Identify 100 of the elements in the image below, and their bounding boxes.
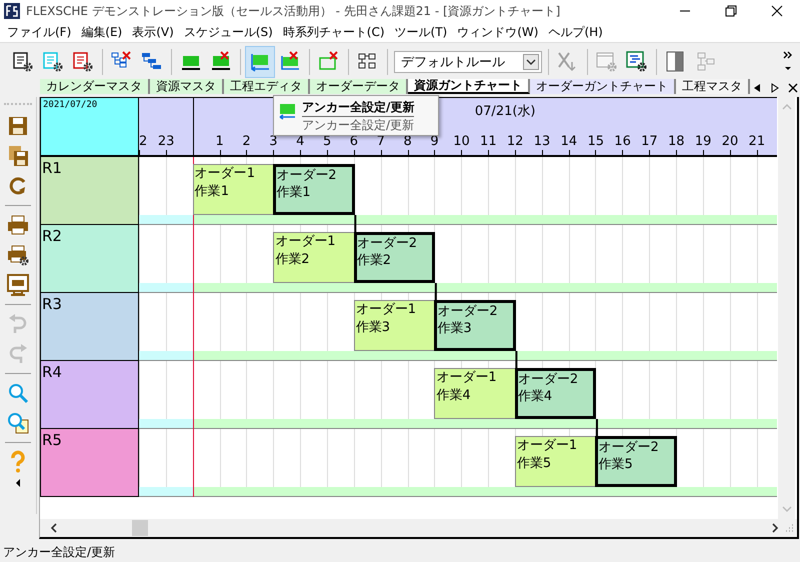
hour-label: 15 — [587, 134, 604, 149]
hour-label: 16 — [614, 134, 631, 149]
hour-label: 17 — [641, 134, 658, 149]
menu-item[interactable]: 表示(V) — [127, 24, 179, 40]
resource-name: R5 — [42, 431, 62, 449]
window-title: FLEXSCHE デモンストレーション版（セールス活動用） - 先田さん課題21 - [資源ガントチャート] — [26, 2, 562, 20]
right-triangle-icon — [770, 82, 780, 92]
close-icon — [771, 5, 783, 17]
date-label: 2021/07/20 — [43, 100, 98, 110]
menu-item[interactable]: スケジュール(S) — [178, 24, 278, 40]
bar-anchor-icon — [278, 102, 296, 120]
operation-label: 作業1 — [276, 184, 312, 201]
printer-gear-icon — [6, 243, 30, 267]
resource-name: R3 — [42, 295, 62, 313]
hour-label: 3 — [269, 134, 278, 149]
order-label: オーダー1 — [516, 437, 578, 455]
hour-label: 13 — [534, 134, 550, 149]
close-icon — [788, 82, 798, 92]
hour-label: 1 — [216, 134, 224, 149]
operation-label: 作業3 — [356, 319, 392, 337]
document-tab[interactable]: オーダーガントチャート — [530, 79, 676, 94]
document-tab[interactable]: 工程マスタ — [676, 79, 750, 94]
menu-item[interactable]: ファイル(F) — [2, 24, 76, 40]
printer-icon — [6, 213, 30, 237]
operation-label: 作業3 — [437, 320, 473, 337]
document-tab[interactable]: オーダーデータ — [310, 79, 408, 94]
status-text: アンカー全設定/更新 — [2, 544, 116, 561]
anchor-button[interactable] — [245, 46, 275, 78]
day-label: 07/21(水) — [474, 103, 536, 120]
left-triangle-icon — [752, 82, 762, 92]
document-gear-icon — [41, 50, 65, 74]
off-time-band — [139, 419, 193, 428]
document-gear-icon — [11, 50, 35, 74]
chart-gear-icon — [625, 50, 649, 74]
floppy-disks-icon — [6, 144, 30, 168]
order-label: オーダー2 — [356, 235, 418, 252]
horizontal-scrollbar[interactable] — [40, 519, 797, 537]
order-label: オーダー2 — [598, 439, 660, 456]
off-time-band — [139, 351, 193, 360]
document-tab[interactable]: カレンダーマスタ — [40, 79, 150, 94]
operation-label: 作業2 — [356, 252, 392, 269]
document-tab[interactable]: 資源マスタ — [150, 79, 224, 94]
operation-label: 作業5 — [598, 456, 634, 473]
document-gear-icon — [71, 50, 95, 74]
operation-label: 作業4 — [436, 387, 472, 405]
scroll-thumb[interactable] — [132, 520, 148, 536]
more-arrow-icon — [15, 479, 21, 487]
menu-item[interactable]: ヘルプ(H) — [543, 24, 608, 40]
order-label: オーダー1 — [436, 369, 498, 387]
resource-name: R4 — [42, 363, 62, 381]
hour-label: 20 — [722, 134, 738, 149]
task-bar[interactable]: オーダー1 作業2 — [273, 232, 355, 283]
restore-icon — [725, 5, 737, 17]
task-bar[interactable]: オーダー1 作業4 — [434, 368, 516, 419]
hour-label: 18 — [668, 134, 685, 149]
link-line — [354, 215, 356, 233]
off-time-band — [139, 487, 193, 496]
link-line — [596, 419, 598, 437]
resource-name: R2 — [42, 227, 62, 245]
task-bar[interactable]: オーダー1 作業1 — [192, 164, 274, 215]
rule-dropdown[interactable]: デフォルトルール — [394, 51, 542, 73]
hour-label: 10 — [453, 134, 470, 149]
task-bar[interactable]: オーダー2 作業1 — [273, 164, 355, 215]
hour-label: 11 — [480, 134, 497, 149]
hour-label: 12 — [506, 134, 524, 149]
hour-label: 2 — [139, 134, 148, 149]
document-tab[interactable]: 資源ガントチャート — [408, 79, 530, 94]
task-bar[interactable]: オーダー2 作業5 — [595, 436, 677, 487]
menu-item[interactable]: ツール(T) — [390, 24, 452, 40]
operation-label: 作業4 — [518, 388, 554, 405]
operation-label: 作業1 — [194, 183, 230, 201]
hour-label: 9 — [430, 134, 439, 149]
task-bar[interactable]: オーダー2 作業3 — [434, 300, 516, 351]
operation-label: 作業5 — [516, 455, 552, 473]
hour-label: 19 — [694, 134, 712, 149]
hour-label: 14 — [560, 134, 578, 149]
hour-label: 4 — [296, 134, 304, 149]
task-bar[interactable]: オーダー1 作業5 — [514, 436, 596, 487]
task-bar[interactable]: オーダー2 作業4 — [514, 368, 596, 419]
task-bar[interactable]: オーダー1 作業3 — [354, 300, 436, 351]
monitor-printer-icon — [6, 273, 30, 297]
hour-label: 21 — [748, 134, 766, 149]
resize-grip-icon — [783, 522, 795, 534]
link-line — [515, 351, 518, 369]
magnifier-document-icon — [6, 411, 30, 435]
off-time-band — [139, 283, 193, 292]
link-line — [434, 283, 437, 301]
task-bar[interactable]: オーダー2 作業2 — [354, 232, 436, 283]
order-label: オーダー1 — [356, 301, 418, 319]
app-logo-icon — [4, 3, 20, 19]
close-tab-button[interactable] — [786, 80, 800, 94]
resource-name: R1 — [42, 159, 62, 177]
menu-item[interactable]: 時系列チャート(C) — [278, 24, 390, 40]
order-label: オーダー1 — [194, 165, 256, 183]
menu-item[interactable]: ウィンドウ(W) — [452, 24, 544, 40]
order-label: オーダー2 — [437, 303, 499, 320]
hour-label: 23 — [158, 134, 174, 149]
magnifier-icon — [6, 381, 30, 405]
menu-item[interactable]: 編集(E) — [76, 24, 128, 40]
document-tab[interactable]: 工程エディタ — [224, 79, 310, 94]
